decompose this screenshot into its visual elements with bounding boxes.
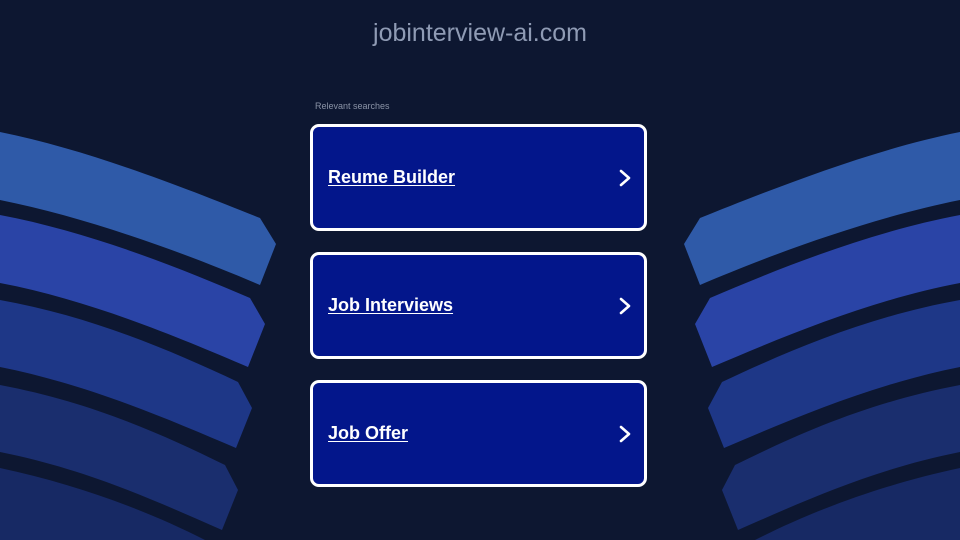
chevron-right-icon — [619, 169, 631, 186]
search-link-label: Job Interviews — [328, 295, 454, 315]
relevant-searches-label: Relevant searches — [315, 101, 390, 111]
domain-title: jobinterview-ai.com — [373, 19, 587, 47]
chevron-right-icon — [619, 297, 631, 314]
search-link-label: Job Offer — [328, 423, 409, 443]
search-link-label: Reume Builder — [328, 167, 456, 187]
search-link-job-interviews[interactable]: Job Interviews — [310, 252, 647, 359]
search-link-resume-builder[interactable]: Reume Builder — [310, 124, 647, 231]
search-link-job-offer[interactable]: Job Offer — [310, 380, 647, 487]
chevron-right-icon — [619, 425, 631, 442]
